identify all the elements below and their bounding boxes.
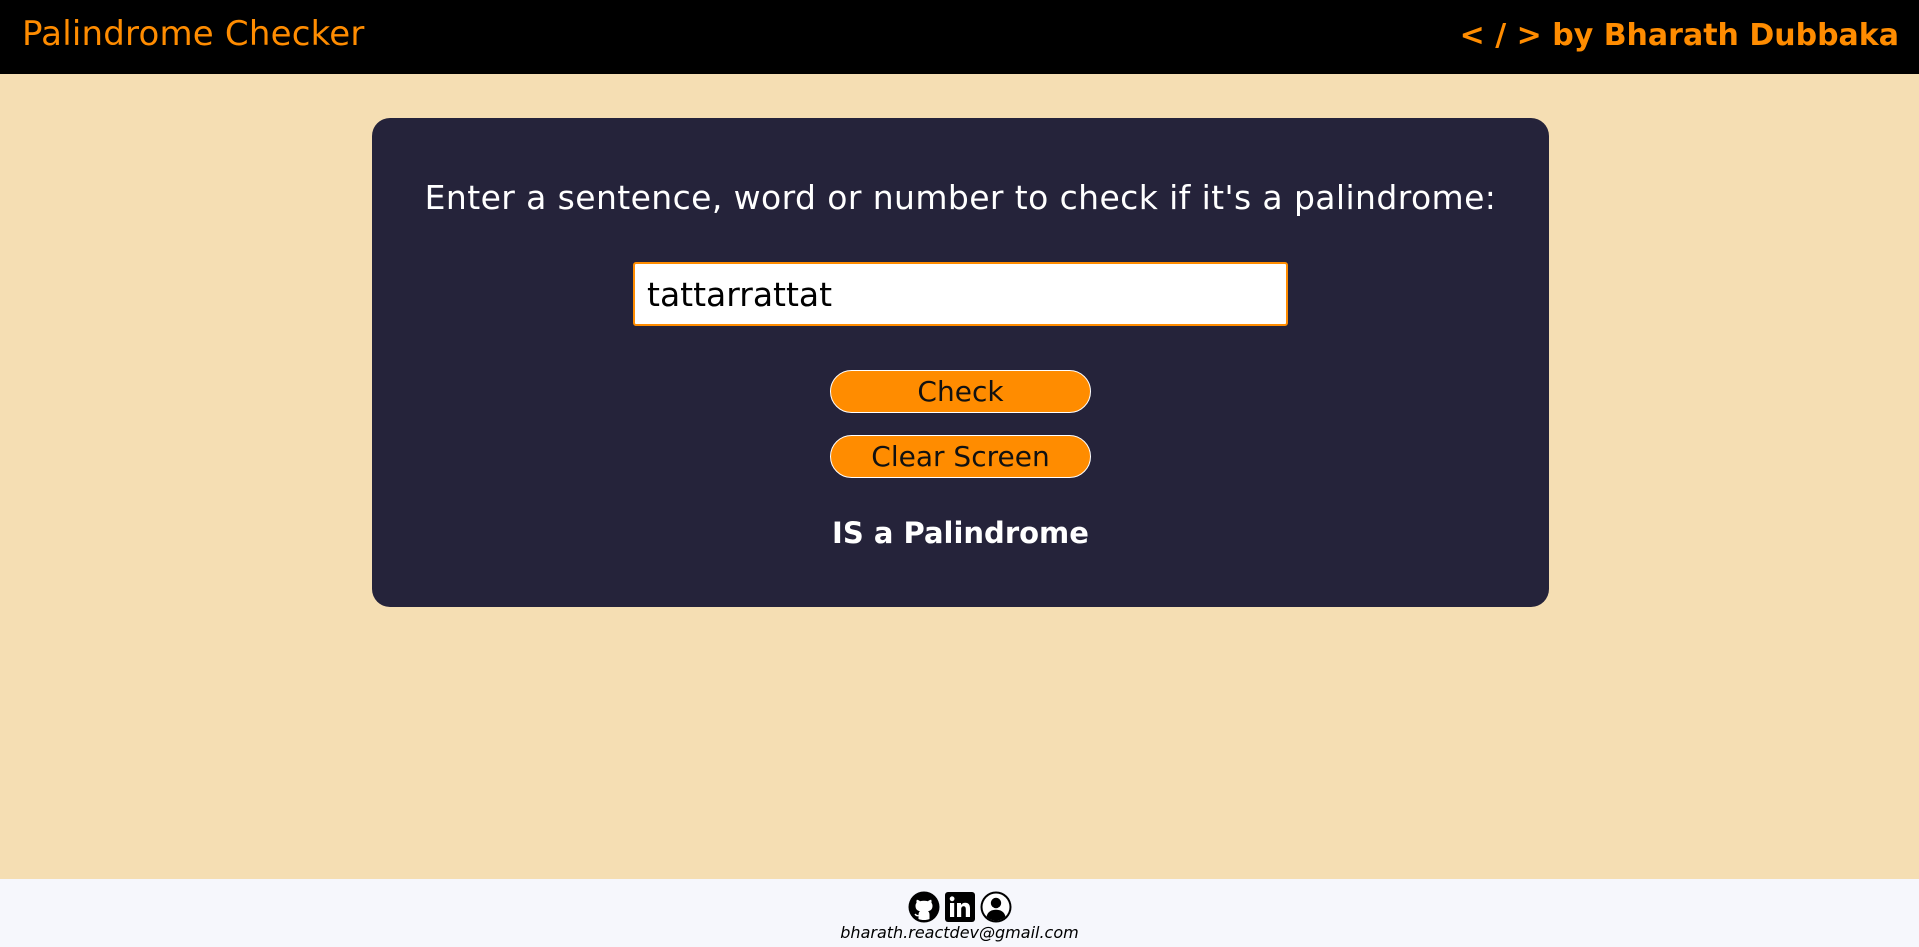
footer: bharath.reactdev@gmail.com [0,879,1919,947]
profile-icon[interactable] [980,891,1012,923]
prompt-text: Enter a sentence, word or number to chec… [424,178,1497,217]
app-title: Palindrome Checker [22,14,365,54]
top-navbar: Palindrome Checker < / > by Bharath Dubb… [0,0,1919,74]
checker-card: Enter a sentence, word or number to chec… [372,118,1549,607]
check-button[interactable]: Check [830,370,1091,413]
social-links [0,891,1919,923]
result-text: IS a Palindrome [832,516,1089,550]
clear-screen-button[interactable]: Clear Screen [830,435,1091,478]
contact-email[interactable]: bharath.reactdev@gmail.com [0,923,1919,942]
author-byline[interactable]: < / > by Bharath Dubbaka [1460,18,1899,53]
github-icon[interactable] [908,891,940,923]
palindrome-input[interactable] [633,262,1288,326]
linkedin-icon[interactable] [944,891,976,923]
